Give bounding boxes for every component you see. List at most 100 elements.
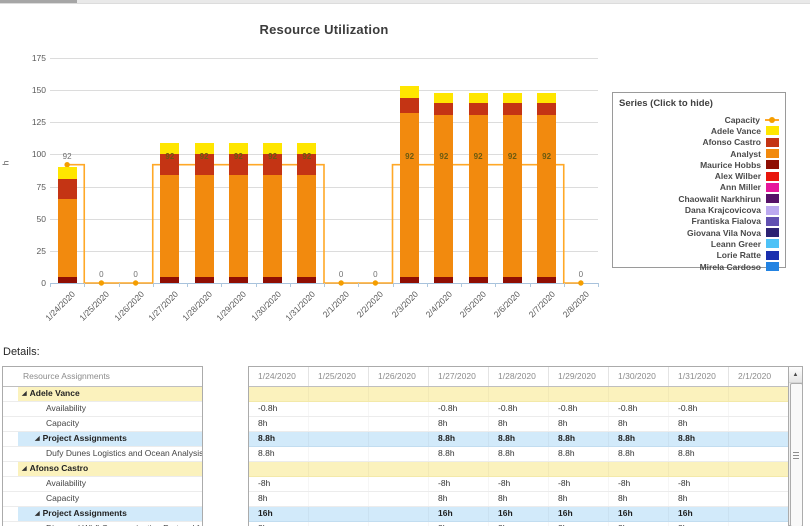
bar-segment-adele-vance (537, 93, 556, 103)
stacked-bar-1-24-2020[interactable] (58, 167, 77, 283)
plot-area (50, 58, 598, 283)
legend-item-label: Leann Greer (711, 239, 761, 249)
bar-segment-maurice-hobbs (434, 277, 453, 283)
value-cell: -0.8h (489, 402, 549, 416)
legend-item-giovana-vila-nova[interactable]: Giovana Vila Nova (619, 227, 779, 238)
collapse-icon[interactable]: ◢ (35, 433, 40, 446)
value-cell: 8h (249, 417, 309, 431)
scrollbar-thumb[interactable] (790, 383, 803, 526)
bar-segment-analyst (400, 113, 419, 276)
stacked-bar-2-7-2020[interactable] (537, 93, 556, 283)
value-cell (729, 477, 788, 491)
date-column-header: 1/24/2020 (249, 367, 309, 386)
legend-item-adele-vance[interactable]: Adele Vance (619, 125, 779, 136)
row-gutter (3, 402, 18, 416)
collapse-icon[interactable]: ◢ (22, 463, 27, 476)
chart-title: Resource Utilization (50, 22, 598, 37)
y-tick-label: 150 (16, 85, 46, 95)
x-tick-label: 2/8/2020 (520, 289, 591, 360)
stacked-bar-1-31-2020[interactable] (297, 143, 316, 283)
legend-item-maurice-hobbs[interactable]: Maurice Hobbs (619, 159, 779, 170)
capacity-point-label: 0 (362, 270, 388, 279)
stacked-bar-2-3-2020[interactable] (400, 86, 419, 283)
bar-segment-maurice-hobbs (297, 277, 316, 283)
details-row-dufy-dunes-logistics-and-ocean-analysis-sof: Dufy Dunes Logistics and Ocean Analysis … (3, 447, 202, 462)
collapse-icon[interactable]: ◢ (22, 388, 27, 401)
legend-item-chaowalit-narkhirun[interactable]: Chaowalit Narkhirun (619, 193, 779, 204)
stacked-bar-2-5-2020[interactable] (469, 93, 488, 283)
value-cell (429, 462, 489, 476)
bar-segment-maurice-hobbs (58, 277, 77, 283)
row-gutter (3, 432, 18, 446)
details-values-row-dufy-dunes-logistics-and-ocean-analysis-sof: 8.8h8.8h8.8h8.8h8.8h8.8h (249, 447, 788, 462)
value-cell (309, 432, 369, 446)
x-tick-label: 2/6/2020 (452, 289, 523, 360)
capacity-point-label: 92 (499, 152, 525, 161)
value-cell: 8h (429, 522, 489, 526)
legend-item-alex-wilber[interactable]: Alex Wilber (619, 170, 779, 181)
bar-segment-maurice-hobbs (229, 277, 248, 283)
details-date-header-row: 1/24/20201/25/20201/26/20201/27/20201/28… (249, 367, 788, 387)
y-tick-label: 125 (16, 117, 46, 127)
legend-item-label: Ann Miller (720, 182, 761, 192)
legend-item-label: Adele Vance (711, 126, 761, 136)
value-cell (549, 387, 609, 401)
value-cell (369, 462, 429, 476)
bar-segment-maurice-hobbs (503, 277, 522, 283)
x-tick (564, 283, 565, 287)
stacked-bar-2-6-2020[interactable] (503, 93, 522, 283)
value-cell: 8h (429, 417, 489, 431)
value-cell: 8h (669, 492, 729, 506)
legend-item-analyst[interactable]: Analyst (619, 148, 779, 159)
stacked-bar-1-29-2020[interactable] (229, 143, 248, 283)
stacked-bar-1-28-2020[interactable] (195, 143, 214, 283)
value-cell: -0.8h (669, 402, 729, 416)
bar-segment-analyst (229, 175, 248, 277)
x-tick (153, 283, 154, 287)
value-cell (669, 462, 729, 476)
value-cell (369, 447, 429, 461)
value-cell (729, 402, 788, 416)
legend-item-mirela-cardoso[interactable]: Mirela Cardoso (619, 261, 779, 272)
legend-item-frantiska-fialova[interactable]: Frantiska Fialova (619, 216, 779, 227)
legend-item-lorie-ratte[interactable]: Lorie Ratte (619, 250, 779, 261)
x-tick (324, 283, 325, 287)
x-tick-label: 2/3/2020 (349, 289, 420, 360)
legend-item-capacity[interactable]: Capacity (619, 114, 779, 125)
details-row-adele-vance: ◢Adele Vance (3, 387, 202, 402)
value-cell: 8.8h (489, 432, 549, 446)
scrollbar-up-arrow-icon[interactable]: ▲ (789, 367, 802, 383)
value-cell: 8h (489, 492, 549, 506)
capacity-point (133, 280, 138, 285)
details-row-availability: Availability (3, 402, 202, 417)
date-column-header: 1/31/2020 (669, 367, 729, 386)
details-row-capacity: Capacity (3, 417, 202, 432)
legend-item-label: Maurice Hobbs (700, 160, 761, 170)
vertical-scrollbar[interactable]: ▲ (788, 366, 803, 526)
date-column-header: 1/28/2020 (489, 367, 549, 386)
value-cell: 8.8h (429, 447, 489, 461)
value-cell (729, 387, 788, 401)
legend-item-dana-krajcovicova[interactable]: Dana Krajcovicova (619, 204, 779, 215)
row-gutter (3, 492, 18, 506)
stacked-bar-1-30-2020[interactable] (263, 143, 282, 283)
capacity-point-label: 92 (397, 152, 423, 161)
value-cell (729, 522, 788, 526)
legend-item-ann-miller[interactable]: Ann Miller (619, 182, 779, 193)
stacked-bar-1-27-2020[interactable] (160, 143, 179, 283)
stacked-bar-2-4-2020[interactable] (434, 93, 453, 283)
capacity-point (338, 280, 343, 285)
value-cell: 8h (609, 522, 669, 526)
value-cell: 8h (609, 492, 669, 506)
value-cell: 8h (249, 522, 309, 526)
bar-segment-adele-vance (434, 93, 453, 103)
details-values-row-project-assignments: 16h16h16h16h16h16h (249, 507, 788, 522)
legend-item-afonso-castro[interactable]: Afonso Castro (619, 137, 779, 148)
details-row-project-assignments: ◢Project Assignments (3, 432, 202, 447)
value-cell: -8h (249, 477, 309, 491)
row-gutter (3, 417, 18, 431)
legend-item-leann-greer[interactable]: Leann Greer (619, 238, 779, 249)
x-tick (84, 283, 85, 287)
bar-segment-afonso-castro (400, 98, 419, 113)
collapse-icon[interactable]: ◢ (35, 508, 40, 521)
